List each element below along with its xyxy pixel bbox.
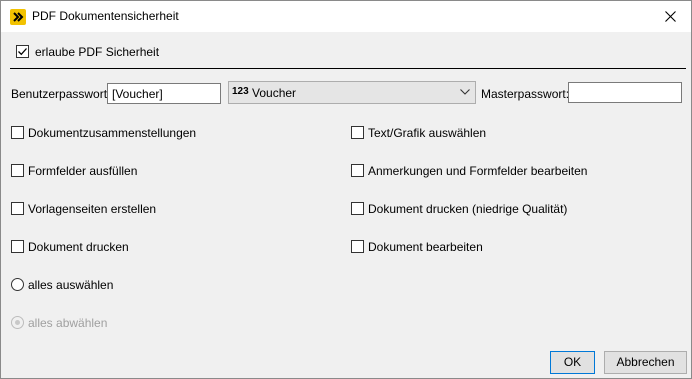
password-field-dropdown[interactable]: 123 Voucher — [228, 81, 476, 104]
close-button[interactable] — [651, 1, 691, 32]
select-all-radio[interactable] — [11, 278, 24, 291]
enable-security-checkbox[interactable] — [16, 45, 29, 58]
deselect-all-radio — [11, 316, 24, 329]
checkmark-icon — [18, 48, 27, 56]
dialog-window: PDF Dokumentensicherheit erlaube PDF Sic… — [0, 0, 692, 379]
perm-print-label: Dokument drucken — [28, 240, 129, 254]
perm-template-pages-label: Vorlagenseiten erstellen — [28, 202, 157, 216]
perm-edit-checkbox[interactable] — [351, 240, 364, 253]
master-password-input[interactable] — [568, 82, 682, 103]
select-all-label: alles auswählen — [28, 278, 114, 292]
perm-edit-label: Dokument bearbeiten — [368, 240, 483, 254]
ok-button[interactable]: OK — [550, 351, 595, 374]
perm-print-low-label: Dokument drucken (niedrige Qualität) — [368, 202, 568, 216]
deselect-all-label: alles abwählen — [28, 316, 108, 330]
chevron-down-icon — [460, 89, 470, 95]
perm-assembly-label: Dokumentzusammenstellungen — [28, 126, 197, 140]
perm-assembly-checkbox[interactable] — [11, 126, 24, 139]
cancel-button[interactable]: Abbrechen — [604, 351, 687, 374]
user-password-label: Benutzerpasswort: — [11, 87, 111, 101]
close-icon — [665, 11, 676, 22]
perm-fill-forms-label: Formfelder ausfüllen — [28, 164, 138, 178]
radio-dot — [15, 320, 20, 325]
perm-annotations-checkbox[interactable] — [351, 164, 364, 177]
perm-annotations-label: Anmerkungen und Formfelder bearbeiten — [368, 164, 588, 178]
enable-security-label: erlaube PDF Sicherheit — [35, 45, 160, 59]
user-password-input[interactable]: [Voucher] — [107, 83, 221, 104]
perm-select-text-label: Text/Grafik auswählen — [368, 126, 487, 140]
number-field-icon: 123 — [232, 86, 249, 97]
section-divider — [10, 68, 686, 69]
app-logo-icon — [10, 9, 26, 25]
perm-select-text-checkbox[interactable] — [351, 126, 364, 139]
perm-fill-forms-checkbox[interactable] — [11, 164, 24, 177]
title-bar: PDF Dokumentensicherheit — [1, 1, 691, 32]
password-field-value: Voucher — [252, 86, 297, 100]
perm-print-checkbox[interactable] — [11, 240, 24, 253]
perm-print-low-checkbox[interactable] — [351, 202, 364, 215]
perm-template-pages-checkbox[interactable] — [11, 202, 24, 215]
window-title: PDF Dokumentensicherheit — [32, 9, 179, 23]
master-password-label: Masterpasswort: — [481, 87, 570, 101]
